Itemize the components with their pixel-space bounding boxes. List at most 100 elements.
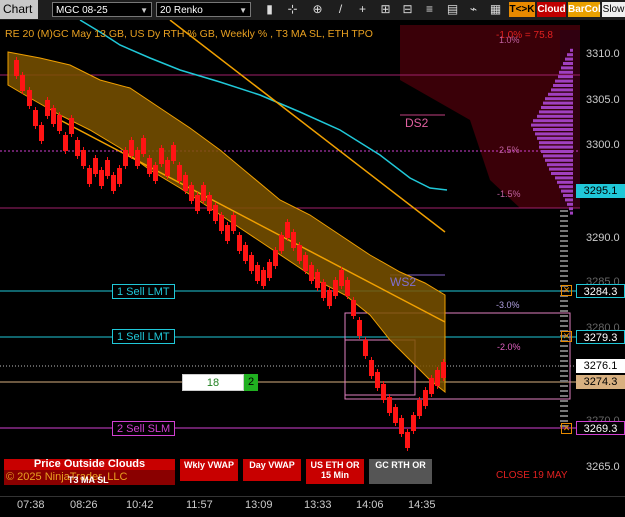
sell-limit-order-1[interactable]: 1 Sell LMT	[112, 284, 175, 299]
draw-icon[interactable]: +	[355, 2, 370, 17]
tpo-bar	[570, 211, 573, 215]
tpo-bar	[551, 172, 573, 175]
trend-cloud	[7, 51, 446, 394]
tpo-bar	[551, 88, 573, 92]
tpo-bar	[533, 128, 573, 131]
volume-mark	[560, 305, 568, 307]
volume-mark	[560, 360, 568, 362]
volume-mark	[560, 320, 568, 322]
strategies-icon[interactable]: ▦	[488, 2, 503, 17]
volume-mark	[560, 220, 568, 222]
volume-mark	[560, 230, 568, 232]
volume-mark	[560, 310, 568, 312]
time-tick: 13:09	[245, 499, 273, 511]
line-tool-icon[interactable]: /	[333, 2, 348, 17]
tpo-bar	[555, 79, 573, 83]
indicators-icon[interactable]: ⌁	[466, 2, 481, 17]
volume-mark	[560, 280, 568, 282]
cloud-toggle-button[interactable]: Cloud	[537, 2, 566, 17]
tpo-bar	[545, 158, 573, 162]
data-box-icon[interactable]: ▤	[445, 2, 460, 17]
sell-stop-market-order[interactable]: 2 Sell SLM	[112, 421, 176, 436]
tpo-bar	[548, 92, 573, 96]
chart-panel[interactable]: RE 20 (M)GC May 13 GB, US Dy RTH % GB, W…	[0, 20, 580, 496]
tk-toggle-button[interactable]: T<>K	[509, 2, 535, 17]
t3-ma-sl-label[interactable]: T3 MA SL	[68, 475, 109, 485]
close-order-icon[interactable]: ✕	[561, 285, 572, 296]
tpo-bar	[543, 154, 573, 158]
time-axis[interactable]: 07:38 08:26 10:42 11:57 13:09 13:33 14:0…	[0, 496, 625, 517]
sell-limit-order-2[interactable]: 1 Sell LMT	[112, 329, 175, 344]
instrument-value: MGC 08-25	[56, 5, 108, 16]
gc-rth-or-button[interactable]: GC RTH OR	[369, 459, 432, 484]
tpo-bar	[539, 145, 573, 149]
bar-style-icon[interactable]: ▮	[262, 2, 277, 17]
tpo-bar	[559, 70, 573, 74]
volume-mark	[560, 215, 568, 217]
tpo-bar	[541, 106, 573, 109]
zoom-icon[interactable]: ⊕	[310, 2, 325, 17]
crosshair-icon[interactable]: ⊹	[285, 2, 300, 17]
volume-mark	[560, 210, 568, 212]
day-vwap-button[interactable]: Day VWAP	[243, 459, 301, 481]
volume-mark	[560, 350, 568, 352]
us-eth-or-button[interactable]: US ETH OR 15 Min	[306, 459, 364, 484]
properties-icon[interactable]: ≡	[422, 2, 437, 17]
slow-toggle-button[interactable]: Slow	[602, 2, 625, 17]
tpo-bar	[553, 84, 573, 87]
copyright-text: © 2025 NinjaTrader, LLC	[6, 471, 128, 483]
zoom-out-icon[interactable]: ⊟	[400, 2, 415, 17]
indicator-header: RE 20 (M)GC May 13 GB, US Dy RTH % GB, W…	[5, 28, 373, 40]
tpo-bar	[537, 136, 573, 140]
weekly-vwap-button[interactable]: Wkly VWAP	[180, 459, 238, 481]
chart-toolbar: Chart MGC 08-25 ▼ 20 Renko ▼ ▮ ⊹ ⊕ / + ⊞…	[0, 0, 625, 21]
volume-mark	[560, 325, 568, 327]
tpo-bar	[539, 110, 573, 114]
price-chart	[0, 20, 580, 451]
barcol-toggle-button[interactable]: BarCol	[568, 2, 601, 17]
price-outside-clouds-button[interactable]: Price Outside Clouds	[4, 459, 175, 470]
zoom-in-icon[interactable]: ⊞	[378, 2, 393, 17]
volume-mark	[560, 260, 568, 262]
volume-mark	[560, 385, 568, 387]
tpo-bar	[565, 57, 573, 61]
chevron-down-icon: ▼	[140, 6, 148, 15]
volume-mark	[560, 365, 568, 367]
volume-mark	[560, 315, 568, 317]
pct-label: -1.5%	[497, 189, 521, 199]
bar-type-selector[interactable]: 20 Renko ▼	[156, 2, 251, 17]
position-size-badge[interactable]: 2	[244, 374, 258, 391]
close-order-icon[interactable]: ✕	[561, 423, 572, 434]
price-label-cyan: 3295.1	[576, 184, 625, 198]
volume-mark	[560, 390, 568, 392]
tpo-bar	[567, 202, 573, 206]
tpo-bar	[558, 75, 573, 79]
close-order-icon[interactable]: ✕	[561, 331, 572, 342]
tpo-bar	[569, 207, 573, 211]
time-tick: 11:57	[186, 499, 213, 511]
tpo-bar	[567, 53, 573, 57]
volume-mark	[560, 375, 568, 377]
tpo-bar	[531, 123, 573, 127]
price-tick: 3310.0	[586, 48, 620, 60]
tpo-bar	[563, 62, 573, 65]
price-label-order: 3284.3	[576, 284, 625, 298]
pct-label: 1.0%	[499, 35, 520, 45]
time-tick: 07:38	[17, 499, 45, 511]
volume-mark	[560, 275, 568, 277]
time-tick: 08:26	[70, 499, 98, 511]
chevron-down-icon: ▼	[239, 6, 247, 15]
tpo-bar	[561, 189, 573, 193]
tpo-bar	[539, 141, 573, 145]
tpo-bar	[535, 132, 573, 136]
close-label: CLOSE 19 MAY	[496, 470, 568, 481]
volume-mark	[560, 250, 568, 252]
order-quantity-field[interactable]: 18	[182, 374, 244, 391]
price-tick: 3305.0	[586, 94, 620, 106]
instrument-selector[interactable]: MGC 08-25 ▼	[52, 2, 152, 17]
volume-mark	[560, 410, 568, 412]
window-title: Chart	[0, 0, 38, 19]
tpo-bar	[537, 114, 573, 118]
tpo-bar	[557, 180, 573, 184]
volume-mark	[560, 420, 568, 422]
